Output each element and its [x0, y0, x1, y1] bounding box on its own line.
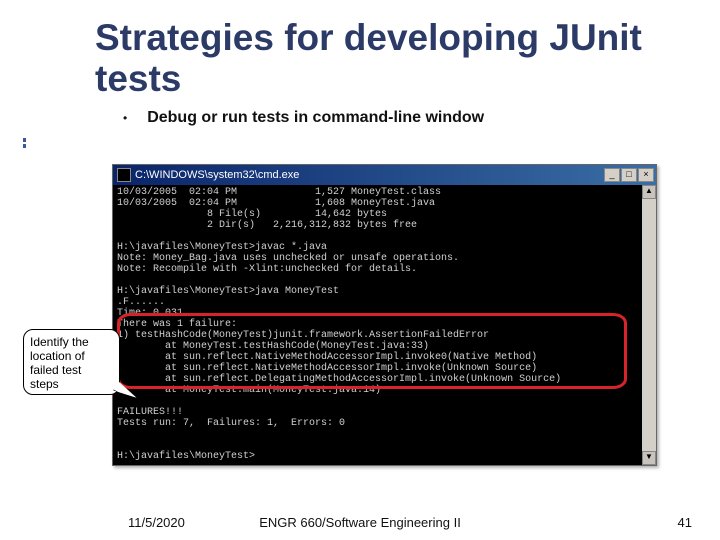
- scrollbar[interactable]: ▲ ▼: [642, 185, 656, 465]
- footer-course: ENGR 660/Software Engineering II: [259, 515, 461, 530]
- cmd-line: Time: 0.031: [117, 308, 183, 319]
- accent-square: [23, 138, 26, 142]
- callout-text: Identify the location of failed test ste…: [30, 335, 89, 391]
- footer-date: 11/5/2020: [128, 515, 185, 530]
- cmd-titlebar: C:\WINDOWS\system32\cmd.exe _ □ ×: [113, 165, 656, 185]
- cmd-line: Tests run: 7, Failures: 1, Errors: 0: [117, 418, 345, 429]
- cmd-line: at sun.reflect.NativeMethodAccessorImpl.…: [117, 352, 537, 363]
- cmd-line: 2 Dir(s) 2,216,312,832 bytes free: [117, 220, 417, 231]
- cmd-line: Note: Recompile with -Xlint:unchecked fo…: [117, 264, 417, 275]
- cmd-line: H:\javafiles\MoneyTest>: [117, 451, 255, 462]
- cmd-line: FAILURES!!!: [117, 407, 183, 418]
- close-button[interactable]: ×: [638, 168, 654, 182]
- callout-bubble: Identify the location of failed test ste…: [23, 329, 120, 395]
- maximize-button[interactable]: □: [621, 168, 637, 182]
- bullet-marker: •: [123, 111, 127, 125]
- cmd-line: at MoneyTest.testHashCode(MoneyTest.java…: [117, 341, 429, 352]
- cmd-window: C:\WINDOWS\system32\cmd.exe _ □ × 10/03/…: [112, 164, 657, 466]
- cmd-icon: [117, 168, 131, 182]
- cmd-line: Note: Money_Bag.java uses unchecked or u…: [117, 253, 459, 264]
- scroll-up-button[interactable]: ▲: [642, 185, 656, 199]
- cmd-output: 10/03/2005 02:04 PM 1,527 MoneyTest.clas…: [117, 187, 652, 462]
- cmd-line: at sun.reflect.DelegatingMethodAccessorI…: [117, 374, 561, 385]
- cmd-line: There was 1 failure:: [117, 319, 237, 330]
- window-buttons: _ □ ×: [604, 168, 654, 182]
- minimize-button[interactable]: _: [604, 168, 620, 182]
- cmd-line: 1) testHashCode(MoneyTest)junit.framewor…: [117, 330, 489, 341]
- bullet-row: • Debug or run tests in command-line win…: [123, 109, 702, 127]
- cmd-line: at MoneyTest.main(MoneyTest.java:14): [117, 385, 381, 396]
- slide-footer: 11/5/2020 ENGR 660/Software Engineering …: [0, 515, 720, 530]
- scroll-down-button[interactable]: ▼: [642, 451, 656, 465]
- slide-title: Strategies for developing JUnit tests: [95, 18, 702, 99]
- cmd-line: .F......: [117, 297, 165, 308]
- cmd-line: 10/03/2005 02:04 PM 1,527 MoneyTest.clas…: [117, 187, 441, 198]
- footer-page: 41: [678, 515, 692, 530]
- bullet-text: Debug or run tests in command-line windo…: [147, 109, 484, 127]
- cmd-body: 10/03/2005 02:04 PM 1,527 MoneyTest.clas…: [113, 185, 656, 465]
- cmd-line: 8 File(s) 14,642 bytes: [117, 209, 387, 220]
- cmd-line: H:\javafiles\MoneyTest>javac *.java: [117, 242, 327, 253]
- cmd-line: at sun.reflect.NativeMethodAccessorImpl.…: [117, 363, 537, 374]
- accent-square: [23, 144, 26, 148]
- cmd-line: 10/03/2005 02:04 PM 1,608 MoneyTest.java: [117, 198, 435, 209]
- cmd-title-text: C:\WINDOWS\system32\cmd.exe: [135, 169, 600, 181]
- cmd-line: H:\javafiles\MoneyTest>java MoneyTest: [117, 286, 339, 297]
- slide-content: Strategies for developing JUnit tests • …: [0, 0, 720, 127]
